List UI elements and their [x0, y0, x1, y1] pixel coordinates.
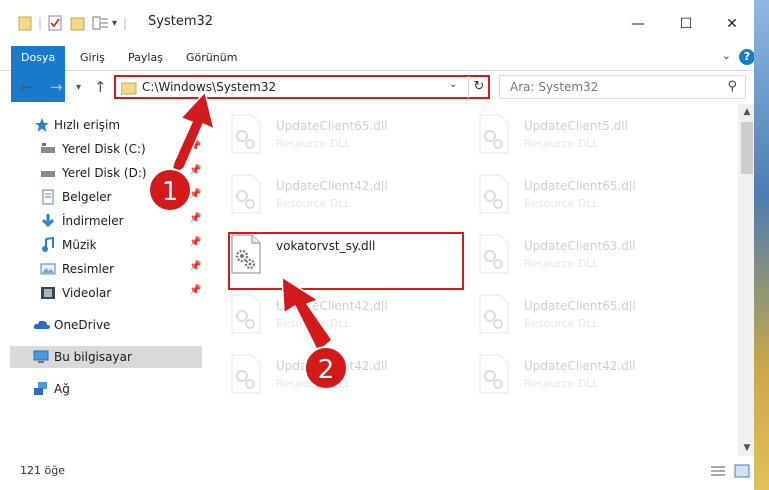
explorer-window: | ▾ | System32 — ☐ ✕ Dosya Giriş Paylaş … [0, 0, 769, 490]
arrow-2 [281, 275, 334, 354]
annotation-arrows [168, 90, 334, 354]
step-2-badge: 2 [304, 346, 348, 390]
step-1-badge: 1 [148, 168, 192, 212]
desktop-background [754, 0, 769, 490]
arrow-1 [168, 90, 216, 180]
